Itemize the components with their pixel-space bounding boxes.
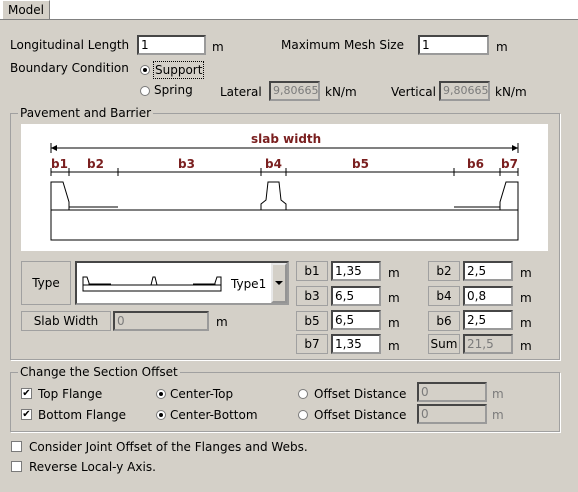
reverse-axis-label[interactable]: Reverse Local-y Axis. [29,459,156,475]
b5-input[interactable]: 6,5 [331,310,381,330]
joint-offset-label[interactable]: Consider Joint Offset of the Flanges and… [29,439,308,455]
mesh-size-unit: m [496,40,508,54]
longitudinal-length-input[interactable]: 1 [137,35,206,55]
b4-label: b4 [428,286,460,306]
top-flange-label[interactable]: Top Flange [38,386,102,402]
b3-input[interactable]: 6,5 [331,286,381,306]
joint-offset-checkbox[interactable] [11,441,22,452]
diagram-label-b7: b7 [501,157,518,171]
sum-unit: m [520,339,532,353]
lateral-input[interactable]: 9,80665 [269,81,320,101]
slab-width-unit: m [216,315,228,329]
longitudinal-length-label: Longitudinal Length [10,38,130,52]
b1-input[interactable]: 1,35 [331,261,381,281]
b5-unit: m [388,316,400,330]
b7-label: b7 [296,334,328,354]
mesh-size-label: Maximum Mesh Size [281,38,404,52]
type-dropdown[interactable]: Type1 [75,261,289,305]
type-label: Type [21,261,71,305]
top-offset-distance-label[interactable]: Offset Distance [314,386,406,402]
b4-unit: m [520,291,532,305]
support-radio[interactable] [140,65,150,75]
center-top-label[interactable]: Center-Top [170,386,233,402]
lateral-label: Lateral [220,85,262,99]
spring-radio[interactable] [140,86,150,96]
b2-label: b2 [428,261,460,281]
boundary-condition-label: Boundary Condition [10,61,129,75]
b2-unit: m [520,266,532,280]
diagram-label-b4: b4 [265,157,282,171]
tab-bar [0,0,578,20]
vertical-unit: kN/m [495,85,527,99]
section-offset-title: Change the Section Offset [18,365,180,379]
diagram-label-b5: b5 [352,157,369,171]
spring-label[interactable]: Spring [154,82,193,98]
b5-label: b5 [296,311,328,331]
b7-input[interactable]: 1,35 [331,334,381,354]
pavement-barrier-title: Pavement and Barrier [18,106,154,120]
b6-input[interactable]: 2,5 [463,310,513,330]
b1-label: b1 [296,261,328,281]
diagram-label-b6: b6 [467,157,484,171]
support-label[interactable]: Support [153,61,205,79]
b3-label: b3 [296,286,328,306]
vertical-label: Vertical [391,85,436,99]
bottom-offset-distance-unit: m [492,408,504,422]
diagram-label-b2: b2 [87,157,104,171]
tab-model[interactable]: Model [2,0,50,19]
reverse-axis-checkbox[interactable] [11,461,22,472]
bottom-flange-checkbox[interactable]: ✔ [21,409,32,420]
vertical-input[interactable]: 9,80665 [439,81,490,101]
center-bottom-radio[interactable] [156,410,166,420]
b4-input[interactable]: 0,8 [463,286,513,306]
top-flange-checkbox[interactable]: ✔ [21,388,32,399]
type-preview-icon [82,276,222,292]
b3-unit: m [388,291,400,305]
type-value: Type1 [231,277,267,291]
sum-label: Sum [428,334,460,354]
bottom-flange-label[interactable]: Bottom Flange [38,407,126,423]
top-offset-distance-unit: m [492,387,504,401]
bottom-offset-distance-label[interactable]: Offset Distance [314,407,406,423]
top-offset-distance-input[interactable]: 0 [417,382,487,402]
center-bottom-label[interactable]: Center-Bottom [170,407,258,423]
bottom-offset-distance-radio[interactable] [298,410,308,420]
diagram-label-b3: b3 [178,157,195,171]
chevron-down-icon [275,281,283,285]
diagram-label-b1: b1 [51,157,68,171]
mesh-size-input[interactable]: 1 [418,35,489,55]
slab-width-label: Slab Width [21,311,111,331]
b6-unit: m [520,316,532,330]
b1-unit: m [388,266,400,280]
b7-unit: m [388,339,400,353]
b2-input[interactable]: 2,5 [463,261,513,281]
bottom-offset-distance-input[interactable]: 0 [417,404,487,424]
b6-label: b6 [428,311,460,331]
center-top-radio[interactable] [156,389,166,399]
slab-width-diagram-label: slab width [251,132,322,146]
type-dropdown-button[interactable] [271,263,287,303]
lateral-unit: kN/m [325,85,357,99]
top-offset-distance-radio[interactable] [298,389,308,399]
longitudinal-length-unit: m [212,40,224,54]
sum-input[interactable]: 21,5 [463,334,513,354]
slab-width-input[interactable]: 0 [113,311,209,331]
